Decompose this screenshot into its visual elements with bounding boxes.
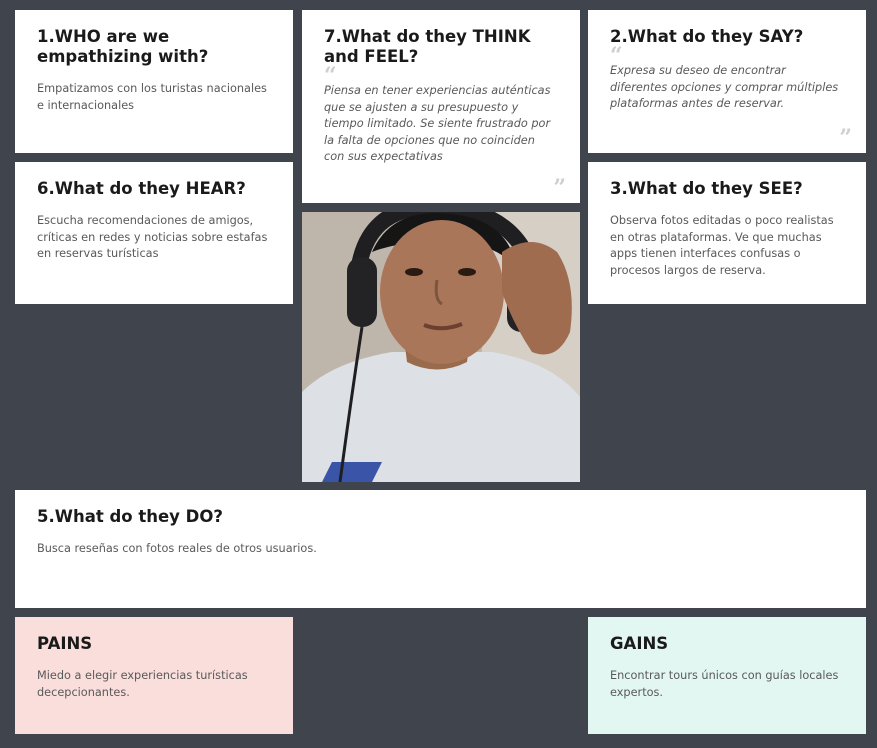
card-gains: GAINS Encontrar tours únicos con guías l… bbox=[588, 617, 866, 734]
card-say-text: Expresa su deseo de encontrar diferentes… bbox=[610, 64, 839, 110]
card-pains-text: Miedo a elegir experiencias turísticas d… bbox=[37, 669, 248, 699]
card-who-title: 1.WHO are we empathizing with? bbox=[37, 27, 209, 66]
persona-photo-illustration bbox=[302, 212, 580, 482]
open-quote-icon: “ bbox=[324, 63, 337, 89]
card-say-title: 2.What do they SAY? bbox=[610, 27, 804, 46]
card-do-title: 5.What do they DO? bbox=[37, 507, 223, 526]
card-see: 3.What do they SEE? Observa fotos editad… bbox=[588, 162, 866, 304]
card-pains: PAINS Miedo a elegir experiencias turíst… bbox=[15, 617, 293, 734]
card-hear: 6.What do they HEAR? Escucha recomendaci… bbox=[15, 162, 293, 304]
card-think-title: 7.What do they THINK and FEEL? bbox=[324, 27, 531, 66]
card-gains-text: Encontrar tours únicos con guías locales… bbox=[610, 669, 839, 699]
card-do-text: Busca reseñas con fotos reales de otros … bbox=[37, 542, 317, 555]
card-see-text: Observa fotos editadas o poco realistas … bbox=[610, 214, 834, 277]
card-gains-title: GAINS bbox=[610, 634, 669, 653]
close-quote-icon: ” bbox=[839, 125, 852, 151]
card-think-text: Piensa en tener experiencias auténticas … bbox=[324, 84, 551, 163]
card-say: 2.What do they SAY? “ Expresa su deseo d… bbox=[588, 10, 866, 153]
card-hear-title: 6.What do they HEAR? bbox=[37, 179, 246, 198]
open-quote-icon: “ bbox=[610, 43, 623, 69]
card-hear-text: Escucha recomendaciones de amigos, críti… bbox=[37, 214, 268, 260]
persona-photo bbox=[302, 212, 580, 482]
card-who-text: Empatizamos con los turistas nacionales … bbox=[37, 82, 267, 112]
card-pains-title: PAINS bbox=[37, 634, 93, 653]
close-quote-icon: ” bbox=[553, 175, 566, 201]
card-think-feel: 7.What do they THINK and FEEL? “ Piensa … bbox=[302, 10, 580, 203]
card-see-title: 3.What do they SEE? bbox=[610, 179, 803, 198]
card-who: 1.WHO are we empathizing with? Empatizam… bbox=[15, 10, 293, 153]
card-do: 5.What do they DO? Busca reseñas con fot… bbox=[15, 490, 866, 608]
